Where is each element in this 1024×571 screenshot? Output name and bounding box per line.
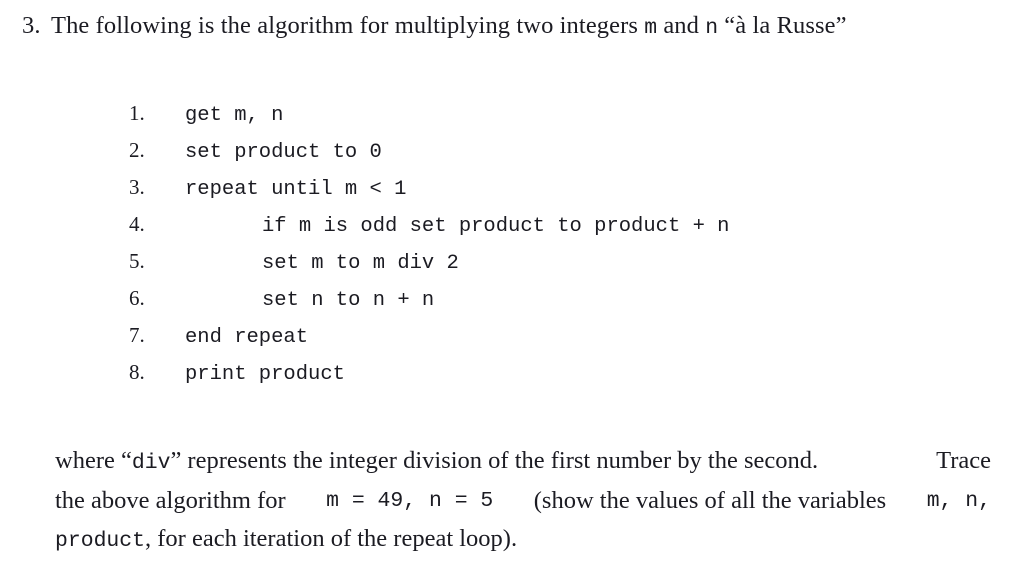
text-each-iteration: , for each iteration of the repeat loop)… (145, 525, 518, 552)
mono-keyword-div: div (131, 451, 171, 475)
mono-variable-product: product (55, 529, 145, 553)
algorithm-line: 5. set m to m div 2 (129, 249, 729, 286)
algorithm-line-code: set m to m div 2 (262, 252, 459, 275)
algorithm-line: 6. set n to n + n (129, 286, 729, 323)
mono-initial-values: m = 49, n = 5 (326, 489, 494, 513)
algorithm-line-number: 3. (129, 175, 145, 199)
algorithm-line-number: 5. (129, 249, 145, 273)
heading-text-between: and (657, 12, 706, 39)
algorithm-line-code: end repeat (185, 326, 309, 349)
algorithm-line: 4. if m is odd set product to product + … (129, 212, 729, 249)
algorithm-line: 7. end repeat (129, 323, 729, 360)
paragraph-line-1-lead: where “div” represents the integer divis… (55, 442, 818, 482)
algorithm-line-code: repeat until m < 1 (185, 178, 407, 201)
algorithm-line-number: 6. (129, 286, 145, 310)
algorithm-line-number: 2. (129, 138, 145, 162)
heading-text-before-m: The following is the algorithm for multi… (51, 12, 645, 39)
algorithm-line: 2. set product to 0 (129, 138, 729, 175)
paragraph-line-2: the above algorithm for m = 49, n = 5 (s… (55, 482, 991, 520)
question-number: 3. (22, 12, 41, 39)
algorithm-line-number: 4. (129, 212, 145, 236)
algorithm-line-number: 1. (129, 101, 145, 125)
text-above-algorithm-for: the above algorithm for (55, 487, 286, 514)
paragraph-line-3: product, for each iteration of the repea… (55, 520, 991, 560)
text-show-values: (show the values of all the variables (533, 487, 887, 514)
heading-variable-n: n (705, 16, 719, 40)
trace-instructions-paragraph: where “div” represents the integer divis… (55, 442, 991, 560)
algorithm-line-number: 7. (129, 323, 145, 347)
question-heading: 3. The following is the algorithm for mul… (22, 11, 997, 43)
mono-variables-m-n: m, n, (926, 489, 991, 513)
text-division-description: ” represents the integer division of the… (170, 447, 819, 474)
heading-text-after-n: “à la Russe” (718, 12, 847, 39)
algorithm-line-code: print product (185, 363, 345, 386)
paragraph-line-1: where “div” represents the integer divis… (55, 442, 991, 482)
algorithm-line-number: 8. (129, 360, 145, 384)
heading-variable-m: m (644, 16, 658, 40)
algorithm-line-code: set product to 0 (185, 141, 382, 164)
algorithm-line: 8. print product (129, 360, 729, 397)
algorithm-line: 3. repeat until m < 1 (129, 175, 729, 212)
algorithm-line-code: if m is odd set product to product + n (262, 215, 730, 238)
text-trace-word: Trace (936, 447, 991, 474)
algorithm-line-code: set n to n + n (262, 289, 435, 312)
algorithm-line: 1. get m, n (129, 101, 729, 138)
text-where-open-quote: where “ (55, 447, 132, 474)
document-page: 3. The following is the algorithm for mul… (0, 0, 1024, 571)
algorithm-listing: 1. get m, n 2. set product to 0 3. repea… (129, 101, 729, 397)
algorithm-line-code: get m, n (185, 104, 284, 127)
